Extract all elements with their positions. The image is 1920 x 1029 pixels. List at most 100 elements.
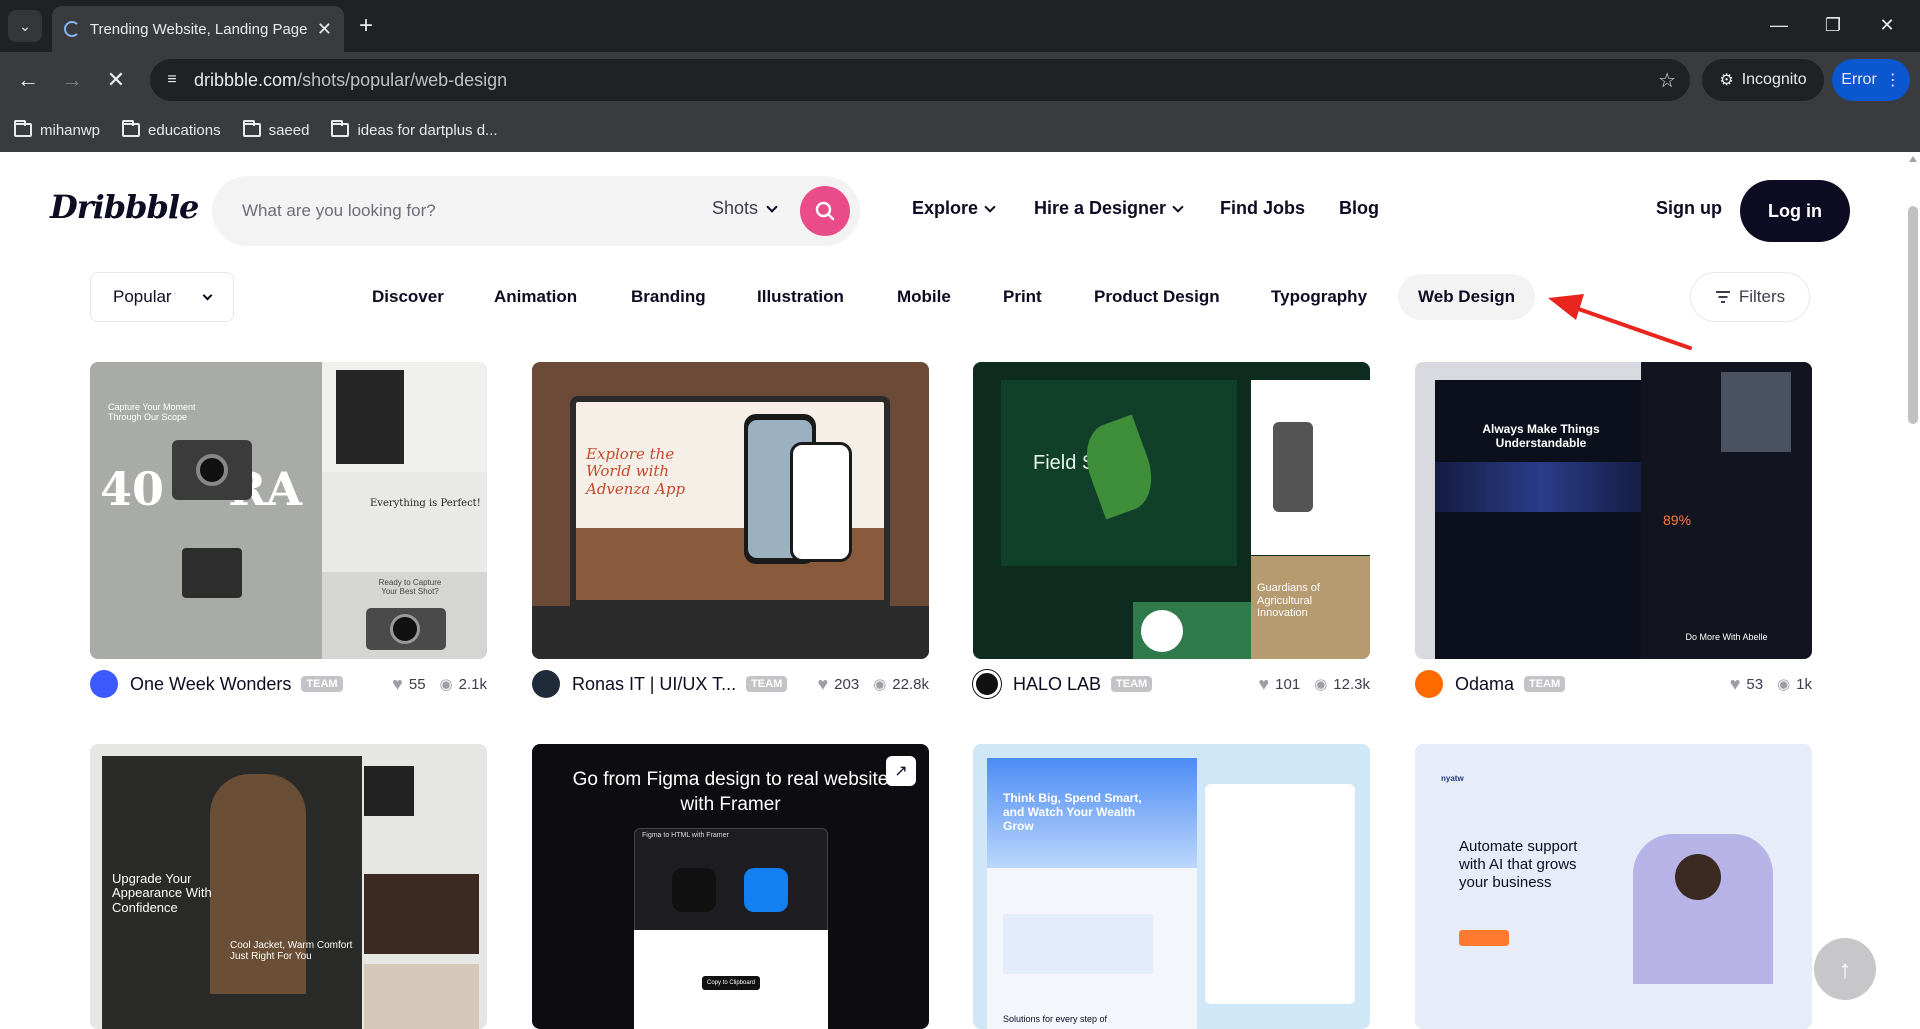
stop-loading-button[interactable]: ✕ (98, 62, 134, 98)
shot-thumbnail[interactable]: Capture Your Moment Through Our Scope 40… (90, 362, 487, 659)
sort-dropdown[interactable]: Popular (90, 272, 234, 322)
bookmark-label: educations (148, 121, 221, 139)
category-typography[interactable]: Typography (1251, 274, 1387, 320)
tab-search-button[interactable]: ⌄ (8, 10, 42, 42)
folder-icon (14, 120, 32, 137)
shot-thumbnail[interactable]: nyatw Automate support with AI that grow… (1415, 744, 1812, 1029)
page-scrollbar[interactable] (1906, 152, 1920, 1029)
category-illustration[interactable]: Illustration (737, 274, 864, 320)
chevron-down-icon (202, 290, 213, 300)
nav-hire-designer[interactable]: Hire a Designer (1034, 198, 1184, 219)
folder-icon (122, 120, 141, 137)
bookmark-folder-educations[interactable]: educations (122, 120, 221, 139)
folder-icon (242, 120, 261, 137)
log-in-button[interactable]: Log in (1740, 180, 1850, 242)
heart-icon[interactable]: ♥ (817, 674, 828, 695)
browser-tab[interactable]: Trending Website, Landing Page ✕ (52, 6, 344, 52)
filters-label: Filters (1738, 287, 1786, 306)
shot-stats: ♥ 53 ◉ 1k (1730, 674, 1812, 695)
shot-text: Everything is Perfect! (370, 498, 481, 509)
scroll-up-icon[interactable] (1909, 156, 1917, 162)
back-to-top-button[interactable]: ↑ (1814, 938, 1876, 1000)
shot-thumbnail[interactable]: Explore the World with Advenza App (532, 362, 929, 659)
category-discover[interactable]: Discover (352, 274, 464, 320)
search-button[interactable] (800, 186, 850, 236)
bookmark-star-icon[interactable]: ☆ (1658, 68, 1676, 93)
shot-thumbnail[interactable]: Always Make Things Understandable 89% Do… (1415, 362, 1812, 659)
chevron-down-icon: ⌄ (19, 17, 31, 34)
avatar[interactable] (90, 670, 118, 698)
shot-text: nyatw (1441, 774, 1464, 783)
profile-error-button[interactable]: Error ⋮ (1832, 59, 1910, 101)
restore-button[interactable]: ❐ (1810, 10, 1856, 40)
address-bar[interactable]: ≡ dribbble.com/shots/popular/web-design … (150, 59, 1690, 101)
search-bar: Shots (212, 176, 860, 246)
sign-up-link[interactable]: Sign up (1656, 198, 1722, 219)
shot-text: Cool Jacket, Warm Comfort Just Right For… (230, 940, 353, 962)
author-name[interactable]: Ronas IT | UI/UX T... (572, 674, 736, 695)
nav-find-jobs[interactable]: Find Jobs (1220, 198, 1305, 219)
nav-label: Blog (1339, 198, 1379, 218)
bookmark-folder-ideas[interactable]: ideas for dartplus d... (331, 120, 498, 139)
bookmark-folder-mihanwp[interactable]: mihanwp (14, 120, 101, 139)
new-tab-button[interactable]: + (352, 12, 380, 40)
avatar[interactable] (973, 670, 1001, 698)
shot-text: Figma to HTML with Framer (642, 832, 729, 839)
back-button[interactable]: ← (10, 62, 46, 98)
scrollbar-thumb[interactable] (1908, 206, 1918, 424)
heart-icon[interactable]: ♥ (1258, 674, 1269, 695)
external-link-icon[interactable]: ↗ (886, 756, 916, 786)
forward-button[interactable]: → (54, 62, 90, 98)
shot-thumbnail[interactable]: Go from Figma design to real website wit… (532, 744, 929, 1029)
category-print[interactable]: Print (983, 274, 1062, 320)
nav-explore[interactable]: Explore (912, 198, 996, 219)
category-product-design[interactable]: Product Design (1074, 274, 1240, 320)
author-name[interactable]: One Week Wonders (130, 674, 291, 695)
incognito-label: Incognito (1741, 71, 1807, 88)
close-window-button[interactable]: ✕ (1864, 10, 1910, 40)
annotation-arrow (1548, 294, 1692, 350)
team-badge: TEAM (301, 676, 343, 692)
heart-icon[interactable]: ♥ (1730, 674, 1741, 695)
eye-icon: ◉ (873, 676, 887, 693)
filters-button[interactable]: Filters (1690, 272, 1810, 322)
shot-thumbnail[interactable]: Upgrade Your Appearance With Confidence … (90, 744, 487, 1029)
team-badge: TEAM (746, 676, 788, 692)
bookmark-label: mihanwp (40, 121, 101, 139)
dribbble-logo[interactable]: Dribbble (50, 188, 199, 226)
category-animation[interactable]: Animation (474, 274, 597, 320)
category-branding[interactable]: Branding (611, 274, 726, 320)
bookmark-folder-saeed[interactable]: saeed (242, 120, 309, 139)
shot-thumbnail[interactable]: Field Shield Guardians of Agricultural I… (973, 362, 1370, 659)
view-count: 1k (1796, 675, 1812, 693)
like-count: 53 (1746, 675, 1764, 693)
nav-label: Hire a Designer (1034, 198, 1167, 218)
like-count: 55 (408, 675, 426, 693)
nav-blog[interactable]: Blog (1339, 198, 1379, 219)
error-label: Error (1841, 71, 1877, 88)
shot-thumbnail[interactable]: Think Big, Spend Smart, and Watch Your W… (973, 744, 1370, 1029)
category-mobile[interactable]: Mobile (877, 274, 971, 320)
minimize-button[interactable]: — (1756, 10, 1802, 40)
author-name[interactable]: HALO LAB (1013, 674, 1101, 695)
team-badge: TEAM (1111, 676, 1153, 692)
bookmark-label: ideas for dartplus d... (357, 121, 498, 139)
view-count: 22.8k (892, 675, 929, 693)
incognito-indicator[interactable]: ⚙ Incognito (1702, 59, 1824, 101)
author-name[interactable]: Odama (1455, 674, 1514, 695)
nav-label: Explore (912, 198, 979, 218)
avatar[interactable] (532, 670, 560, 698)
search-input[interactable] (242, 176, 662, 246)
site-info-icon[interactable]: ≡ (150, 71, 194, 89)
heart-icon[interactable]: ♥ (392, 674, 403, 695)
tab-title: Trending Website, Landing Page (89, 20, 308, 38)
avatar[interactable] (1415, 670, 1443, 698)
category-web-design[interactable]: Web Design (1398, 274, 1535, 320)
shot-stats: ♥ 203 ◉ 22.8k (817, 674, 929, 695)
view-count: 12.3k (1333, 675, 1370, 693)
view-count: 2.1k (458, 675, 487, 693)
shot-text: Explore the World with Advenza App (586, 445, 686, 498)
search-scope-dropdown[interactable]: Shots (712, 198, 778, 219)
arrow-up-icon: ↑ (1838, 953, 1852, 984)
close-tab-icon[interactable]: ✕ (317, 19, 332, 40)
